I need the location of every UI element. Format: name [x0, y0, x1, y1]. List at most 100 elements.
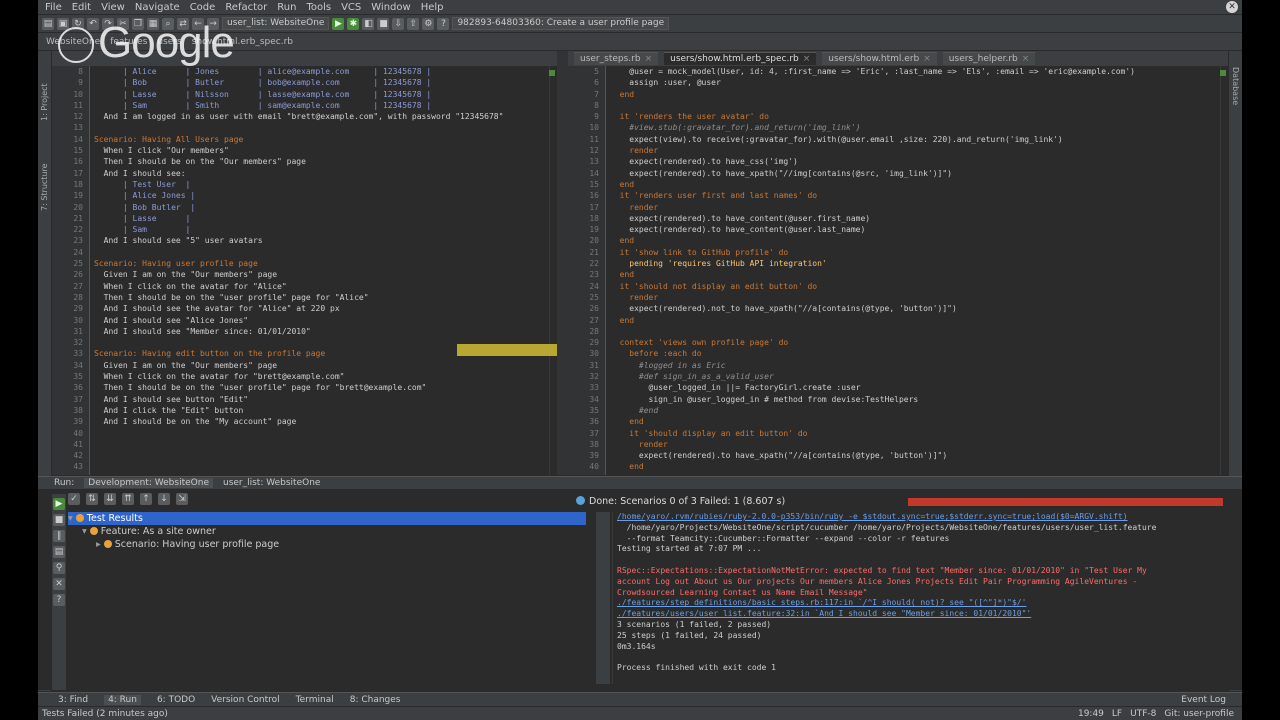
- rerun-icon[interactable]: ▶: [53, 498, 65, 510]
- menu-code[interactable]: Code: [185, 2, 221, 13]
- settings-icon[interactable]: ⚙: [422, 17, 435, 30]
- vcs-update-icon[interactable]: ⇩: [392, 17, 405, 30]
- menu-navigate[interactable]: Navigate: [130, 2, 185, 13]
- line-number: 20: [73, 202, 83, 212]
- pin-icon[interactable]: ⚲: [53, 562, 65, 574]
- console-line: /home/yaro/Projects/WebsiteOne/script/cu…: [617, 522, 1157, 532]
- console-line[interactable]: /home/yaro/.rvm/rubies/ruby-2.0.0-p353/b…: [617, 512, 1222, 523]
- tool-tab[interactable]: 4: Run: [104, 694, 141, 705]
- code-line: And I should see the avatar for "Alice" …: [94, 304, 340, 314]
- run-console[interactable]: /home/yaro/.rvm/rubies/ruby-2.0.0-p353/b…: [612, 512, 1222, 684]
- close-tab-icon[interactable]: ×: [803, 54, 811, 64]
- left-error-stripe[interactable]: [549, 66, 557, 475]
- tool-tab[interactable]: 3: Find: [58, 695, 88, 705]
- run-icon[interactable]: ▶: [332, 17, 345, 30]
- menu-run[interactable]: Run: [272, 2, 301, 13]
- code-line: #view.stub(:gravatar_for).and_return('im…: [610, 123, 861, 133]
- expand-all-icon[interactable]: ⇊: [104, 493, 116, 505]
- help-run-icon[interactable]: ?: [53, 594, 65, 606]
- dump-icon[interactable]: ▤: [53, 546, 65, 558]
- run-tab-user-list[interactable]: user_list: WebsiteOne: [223, 478, 320, 488]
- next-failed-icon[interactable]: ↓: [158, 493, 170, 505]
- editor-tab[interactable]: user_steps.rb ×: [574, 52, 659, 65]
- line-number: 23: [73, 236, 83, 246]
- close-tab-icon[interactable]: ×: [1022, 54, 1030, 64]
- menu-window[interactable]: Window: [366, 2, 415, 13]
- test-tree-node[interactable]: ▾ Test Results: [68, 512, 586, 525]
- right-error-stripe[interactable]: [1220, 66, 1228, 475]
- tool-tab[interactable]: 6: TODO: [157, 695, 195, 705]
- code-line: | Sam | Smith | sam@example.com | 123456…: [94, 100, 432, 110]
- menu-tools[interactable]: Tools: [301, 2, 336, 13]
- console-line[interactable]: ./features/users/user_list.feature:32:in…: [617, 609, 1222, 620]
- close-window-icon[interactable]: ✕: [1226, 1, 1238, 13]
- close-tab-icon[interactable]: ×: [645, 54, 653, 64]
- help-icon[interactable]: ?: [437, 17, 450, 30]
- expand-arrow-icon[interactable]: ▸: [96, 539, 101, 550]
- stop-icon[interactable]: ■: [377, 17, 390, 30]
- run-label: Run:: [54, 478, 75, 488]
- project-tool-tab[interactable]: 1: Project: [40, 83, 49, 121]
- run-tab-development[interactable]: Development: WebsiteOne: [84, 478, 213, 488]
- line-number: 34: [73, 360, 83, 370]
- vcs-branch[interactable]: Git: user-profile: [1164, 709, 1234, 719]
- caret-position[interactable]: 19:49: [1078, 709, 1104, 719]
- close-tab-icon[interactable]: ×: [923, 54, 931, 64]
- editor-tab[interactable]: users/show.html.erb_spec.rb ×: [664, 52, 817, 65]
- event-log-tab[interactable]: Event Log: [1181, 695, 1226, 705]
- editor-tab[interactable]: users_helper.rb ×: [942, 52, 1036, 65]
- task-select[interactable]: 982893-64803360: Create a user profile p…: [452, 17, 670, 30]
- debug-icon[interactable]: ✱: [347, 17, 360, 30]
- structure-tool-tab[interactable]: 7: Structure: [40, 163, 49, 211]
- test-tree-node[interactable]: ▸ Scenario: Having user profile page: [68, 538, 588, 551]
- expand-arrow-icon[interactable]: ▾: [68, 513, 73, 524]
- right-code[interactable]: @user = mock_model(User, id: 4, :first_n…: [610, 66, 1218, 475]
- editor-tab[interactable]: users/show.html.erb ×: [822, 52, 937, 65]
- database-tool-tab[interactable]: Database: [1231, 67, 1240, 105]
- expand-arrow-icon[interactable]: ▾: [82, 526, 87, 537]
- code-line: And I click the "Edit" button: [94, 405, 244, 415]
- tool-tab[interactable]: Version Control: [211, 695, 280, 705]
- code-line: end: [610, 89, 635, 99]
- tool-tab[interactable]: Terminal: [296, 695, 334, 705]
- left-code[interactable]: | Alice | Jones | alice@example.com | 12…: [94, 66, 547, 475]
- console-line: 25 steps (1 failed, 24 passed): [617, 630, 762, 640]
- spec-editor[interactable]: user_steps.rb × users/show.html.erb_spec.r…: [568, 51, 1228, 475]
- prev-failed-icon[interactable]: ↑: [140, 493, 152, 505]
- menu-help[interactable]: Help: [416, 2, 449, 13]
- code-line: end: [610, 315, 635, 325]
- show-passed-icon[interactable]: ✓: [68, 493, 80, 505]
- test-tree-node[interactable]: ▾ Feature: As a site owner: [68, 525, 588, 538]
- sort-icon[interactable]: ⇅: [86, 493, 98, 505]
- code-line: And I should see:: [94, 168, 186, 178]
- collapse-all-icon[interactable]: ⇈: [122, 493, 134, 505]
- line-separator[interactable]: LF: [1112, 709, 1122, 719]
- run-config-select[interactable]: user_list: WebsiteOne: [222, 17, 330, 30]
- menu-file[interactable]: File: [40, 2, 67, 13]
- menu-vcs[interactable]: VCS: [336, 2, 366, 13]
- line-number: 19: [589, 225, 599, 235]
- pause-icon[interactable]: ∥: [53, 530, 65, 542]
- menu-view[interactable]: View: [96, 2, 130, 13]
- menu-edit[interactable]: Edit: [67, 2, 96, 13]
- line-number: 25: [73, 259, 83, 269]
- tool-tab[interactable]: 8: Changes: [350, 695, 401, 705]
- code-line: | Lasse | Nilsson | lasse@example.com | …: [94, 89, 432, 99]
- code-line: context 'views own profile page' do: [610, 338, 789, 348]
- open-folder-icon[interactable]: ▤: [42, 17, 54, 30]
- code-line: expect(view).to receive(:gravatar_for).w…: [610, 134, 1063, 144]
- console-line[interactable]: ./features/step_definitions/basic_steps.…: [617, 598, 1222, 609]
- line-number: 16: [73, 157, 83, 167]
- coverage-icon[interactable]: ◧: [362, 17, 375, 30]
- line-number: 12: [589, 146, 599, 156]
- editor-splitter[interactable]: [557, 51, 568, 475]
- line-number: 15: [589, 179, 599, 189]
- feature-editor[interactable]: 8 9 10 11 12 13 14 15 16 17 18 19 20 21 22 23 24 25 26 27 28…: [52, 51, 557, 475]
- stop-run-icon[interactable]: ■: [53, 514, 65, 526]
- menu-refactor[interactable]: Refactor: [220, 2, 272, 13]
- vcs-commit-icon[interactable]: ⇧: [407, 17, 420, 30]
- close-run-icon[interactable]: ✕: [53, 578, 65, 590]
- export-icon[interactable]: ⇲: [176, 493, 188, 505]
- file-encoding[interactable]: UTF-8: [1130, 709, 1156, 719]
